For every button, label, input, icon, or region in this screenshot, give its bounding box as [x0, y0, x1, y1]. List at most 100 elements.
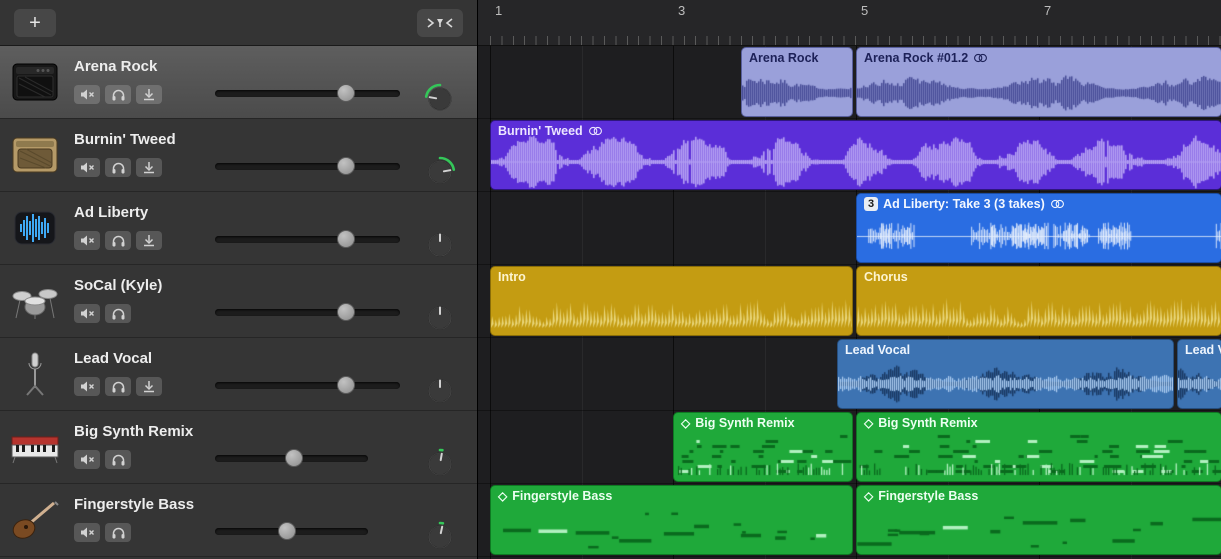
- track-lane[interactable]: 3Ad Liberty: Take 3 (3 takes): [478, 192, 1221, 265]
- track-lane[interactable]: ◇Fingerstyle Bass◇Fingerstyle Bass: [478, 484, 1221, 557]
- region-label: Arena Rock #01.2: [864, 51, 968, 65]
- track-row[interactable]: Fingerstyle Bass: [0, 484, 477, 557]
- region-header: ◇Big Synth Remix: [674, 413, 852, 433]
- region-label: Arena Rock: [749, 51, 818, 65]
- track-controls: [74, 523, 131, 542]
- mute-button[interactable]: [74, 450, 100, 469]
- region[interactable]: Chorus: [856, 266, 1221, 336]
- volume-slider[interactable]: [215, 455, 368, 462]
- track-lane[interactable]: ◇Big Synth Remix◇Big Synth Remix: [478, 411, 1221, 484]
- region-header: ◇Fingerstyle Bass: [491, 486, 852, 506]
- input-monitoring-button[interactable]: [136, 377, 162, 396]
- mute-button[interactable]: [74, 304, 100, 323]
- track-name: Fingerstyle Bass: [74, 496, 194, 513]
- track-lane[interactable]: IntroChorus: [478, 265, 1221, 338]
- region[interactable]: Burnin' Tweed: [490, 120, 1221, 190]
- input-monitoring-button[interactable]: [136, 158, 162, 177]
- track-controls: [74, 231, 162, 250]
- region[interactable]: Intro: [490, 266, 853, 336]
- region-label: Fingerstyle Bass: [878, 489, 978, 503]
- volume-thumb[interactable]: [285, 449, 303, 467]
- bass-icon: [6, 499, 64, 541]
- solo-button[interactable]: [105, 304, 131, 323]
- track-lane[interactable]: Arena Rock Arena Rock #01.2: [478, 46, 1221, 119]
- pan-knob[interactable]: [424, 448, 456, 480]
- track-row[interactable]: Arena Rock: [0, 46, 477, 119]
- track-row[interactable]: Big Synth Remix: [0, 411, 477, 484]
- track-name: Ad Liberty: [74, 204, 148, 221]
- ruler[interactable]: 1357: [478, 0, 1221, 46]
- track-lane[interactable]: Lead VocalLead Vocal: [478, 338, 1221, 411]
- region[interactable]: ◇Fingerstyle Bass: [856, 485, 1221, 555]
- region[interactable]: ◇Fingerstyle Bass: [490, 485, 853, 555]
- input-monitoring-button[interactable]: [136, 231, 162, 250]
- add-track-button[interactable]: +: [14, 9, 56, 37]
- volume-slider[interactable]: [215, 309, 400, 316]
- pan-knob[interactable]: [424, 156, 456, 188]
- mute-icon: [79, 453, 96, 466]
- headphones-icon: [111, 307, 126, 320]
- region[interactable]: 3Ad Liberty: Take 3 (3 takes): [856, 193, 1221, 263]
- track-row[interactable]: SoCal (Kyle): [0, 265, 477, 338]
- track-lane[interactable]: Burnin' Tweed: [478, 119, 1221, 192]
- volume-thumb[interactable]: [337, 376, 355, 394]
- solo-button[interactable]: [105, 231, 131, 250]
- track-name: Arena Rock: [74, 58, 157, 75]
- volume-slider[interactable]: [215, 90, 400, 97]
- collapse-track-headers-button[interactable]: [417, 9, 463, 37]
- volume-slider[interactable]: [215, 528, 368, 535]
- input-monitoring-button[interactable]: [136, 85, 162, 104]
- pan-knob[interactable]: [424, 83, 456, 115]
- garageband-window: + Arena Rock Burnin' Tweed Ad Liberty SoCal…: [0, 0, 1221, 559]
- region[interactable]: Arena Rock #01.2: [856, 47, 1221, 117]
- tweed-amp-icon: [6, 135, 64, 175]
- track-panel-header: +: [0, 0, 477, 46]
- mute-button[interactable]: [74, 158, 100, 177]
- solo-button[interactable]: [105, 158, 131, 177]
- lanes: Arena RockArena Rock #01.2Burnin' Tweed3…: [478, 46, 1221, 559]
- region-header: Arena Rock: [742, 48, 852, 68]
- track-row[interactable]: Ad Liberty: [0, 192, 477, 265]
- region[interactable]: Arena Rock: [741, 47, 853, 117]
- drums-icon: [6, 280, 64, 322]
- track-row[interactable]: Burnin' Tweed: [0, 119, 477, 192]
- region[interactable]: Lead Vocal: [1177, 339, 1221, 409]
- input-monitoring-icon: [142, 234, 156, 247]
- track-name: Big Synth Remix: [74, 423, 193, 440]
- track-controls: [74, 158, 162, 177]
- mute-button[interactable]: [74, 523, 100, 542]
- region[interactable]: ◇Big Synth Remix: [673, 412, 853, 482]
- loop-icon: ◇: [864, 416, 873, 430]
- mute-button[interactable]: [74, 231, 100, 250]
- track-row[interactable]: Lead Vocal: [0, 338, 477, 411]
- input-monitoring-icon: [142, 161, 156, 174]
- volume-thumb[interactable]: [337, 303, 355, 321]
- mute-icon: [79, 161, 96, 174]
- volume-thumb[interactable]: [278, 522, 296, 540]
- pan-knob[interactable]: [424, 521, 456, 553]
- solo-button[interactable]: [105, 450, 131, 469]
- region[interactable]: Lead Vocal: [837, 339, 1174, 409]
- mute-icon: [79, 88, 96, 101]
- pan-knob[interactable]: [424, 302, 456, 334]
- mute-button[interactable]: [74, 377, 100, 396]
- track-name: SoCal (Kyle): [74, 277, 162, 294]
- ruler-ticks: [490, 36, 1221, 45]
- mute-button[interactable]: [74, 85, 100, 104]
- pan-knob[interactable]: [424, 375, 456, 407]
- solo-button[interactable]: [105, 377, 131, 396]
- volume-slider[interactable]: [215, 382, 400, 389]
- region-header: Lead Vocal: [1178, 340, 1221, 360]
- volume-thumb[interactable]: [337, 157, 355, 175]
- timeline[interactable]: 1357 Arena Rock Arena Rock #01.2 Burnin' T…: [477, 0, 1221, 559]
- volume-thumb[interactable]: [337, 230, 355, 248]
- solo-button[interactable]: [105, 523, 131, 542]
- pan-knob[interactable]: [424, 229, 456, 261]
- region[interactable]: ◇Big Synth Remix: [856, 412, 1221, 482]
- volume-thumb[interactable]: [337, 84, 355, 102]
- take-count-badge[interactable]: 3: [864, 197, 878, 211]
- volume-slider[interactable]: [215, 236, 400, 243]
- volume-slider[interactable]: [215, 163, 400, 170]
- solo-button[interactable]: [105, 85, 131, 104]
- guitar-amp-icon: [6, 62, 64, 102]
